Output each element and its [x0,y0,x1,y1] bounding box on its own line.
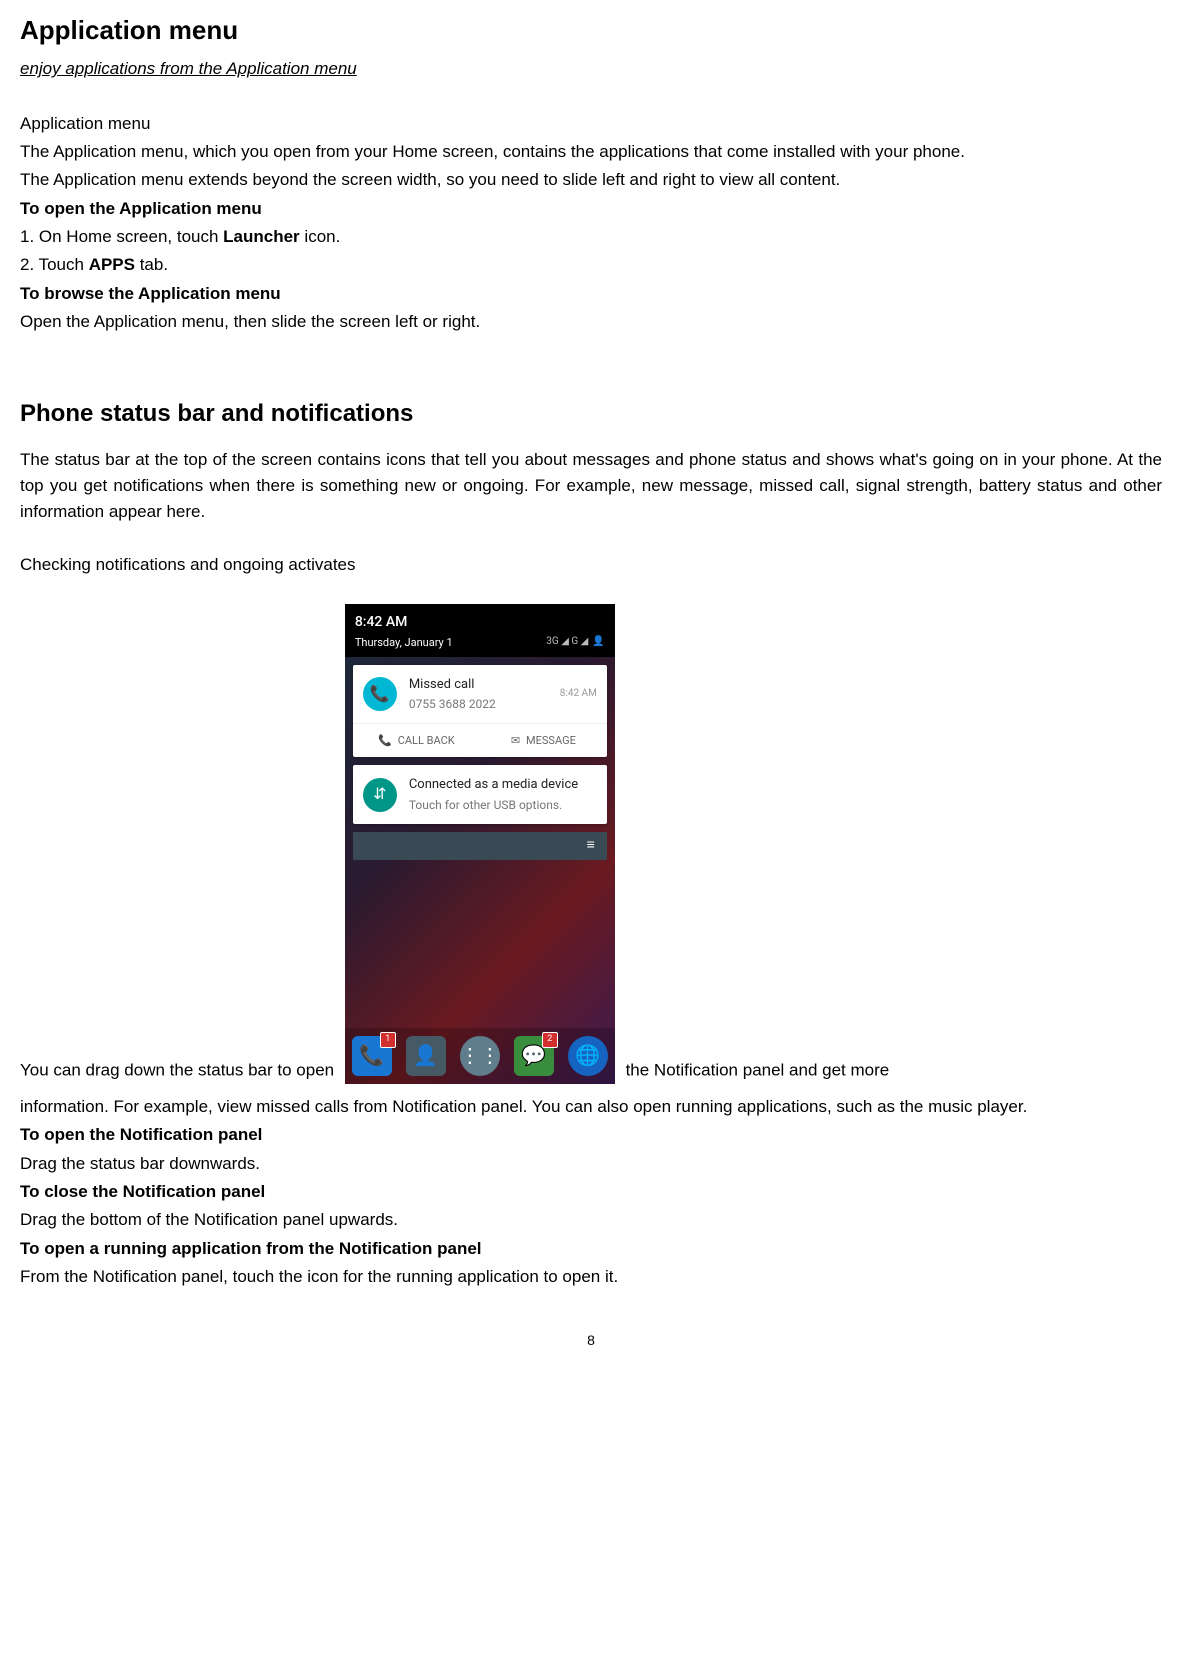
step: 2. Touch APPS tab. [20,252,1162,278]
keyword-apps: APPS [89,255,135,274]
phone-screenshot: 8:42 AM Thursday, January 1 3G ◢ G ◢ 👤 📞… [345,604,615,1084]
para: Open the Application menu, then slide th… [20,309,1162,335]
app-phone-icon: 📞 1 [352,1036,392,1076]
text: You can drag down the status bar to open [20,1061,339,1080]
notif-sub: Touch for other USB options. [409,796,597,815]
signal-text: 3G ◢ G ◢ [546,634,588,650]
para: Drag the bottom of the Notification pane… [20,1207,1162,1233]
profile-icon: 👤 [592,634,604,650]
signal-icons: 3G ◢ G ◢ 👤 [546,634,605,650]
badge-count: 1 [380,1032,396,1048]
label: MESSAGE [526,732,576,749]
app-contacts-icon: 👤 [406,1036,446,1076]
status-date: Thursday, January 1 [355,634,453,651]
app-launcher-icon: ⋮⋮ [460,1036,500,1076]
para: Drag the status bar downwards. [20,1151,1162,1177]
message-button: ✉ MESSAGE [480,724,607,757]
text: icon. [300,227,341,246]
para: information. For example, view missed ca… [20,1094,1162,1120]
subheading-open-running-app: To open a running application from the N… [20,1236,1162,1262]
para: The status bar at the top of the screen … [20,447,1162,526]
clear-icon: ≡ [587,835,595,857]
paragraph-with-inline-screenshot: You can drag down the status bar to open… [20,604,1162,1084]
app-tray: 📞 1 👤 ⋮⋮ 💬 2 🌐 [345,1028,615,1084]
phone-icon: 📞 [378,732,392,749]
subheading-open-app-menu: To open the Application menu [20,196,1162,222]
para: The Application menu extends beyond the … [20,167,1162,193]
subheading-open-notif-panel: To open the Notification panel [20,1122,1162,1148]
heading-application-menu: Application menu [20,10,1162,50]
notification-usb: ⇵ Connected as a media device Touch for … [353,765,607,824]
subheading-close-notif-panel: To close the Notification panel [20,1179,1162,1205]
usb-icon: ⇵ [363,778,397,812]
clear-all-bar: ≡ [353,832,607,860]
para: Checking notifications and ongoing activ… [20,552,1162,578]
badge-count: 2 [542,1032,558,1048]
app-messaging-icon: 💬 2 [514,1036,554,1076]
text: 2. Touch [20,255,89,274]
text: tab. [135,255,168,274]
notification-missed-call: 📞 Missed call 0755 3688 2022 8:42 AM 📞 CA… [353,665,607,758]
keyword-launcher: Launcher [223,227,300,246]
page-number: 8 [20,1330,1162,1352]
notif-title: Missed call [409,675,560,695]
heading-status-bar: Phone status bar and notifications [20,395,1162,432]
text: the Notification panel and get more [626,1061,890,1080]
notif-title: Connected as a media device [409,775,597,795]
step: 1. On Home screen, touch Launcher icon. [20,224,1162,250]
call-back-button: 📞 CALL BACK [353,724,480,757]
phone-icon: 📞 [363,677,397,711]
para: From the Notification panel, touch the i… [20,1264,1162,1290]
para: The Application menu, which you open fro… [20,139,1162,165]
subheading-browse-app-menu: To browse the Application menu [20,281,1162,307]
para: Application menu [20,111,1162,137]
app-browser-icon: 🌐 [568,1036,608,1076]
phone-status-bar: 8:42 AM Thursday, January 1 3G ◢ G ◢ 👤 [345,604,615,657]
text: 1. On Home screen, touch [20,227,223,246]
notif-number: 0755 3688 2022 [409,695,560,714]
notif-time: 8:42 AM [560,686,597,702]
status-time: 8:42 AM [355,612,605,634]
subtitle: enjoy applications from the Application … [20,56,1162,82]
label: CALL BACK [398,732,455,749]
message-icon: ✉ [511,732,520,749]
